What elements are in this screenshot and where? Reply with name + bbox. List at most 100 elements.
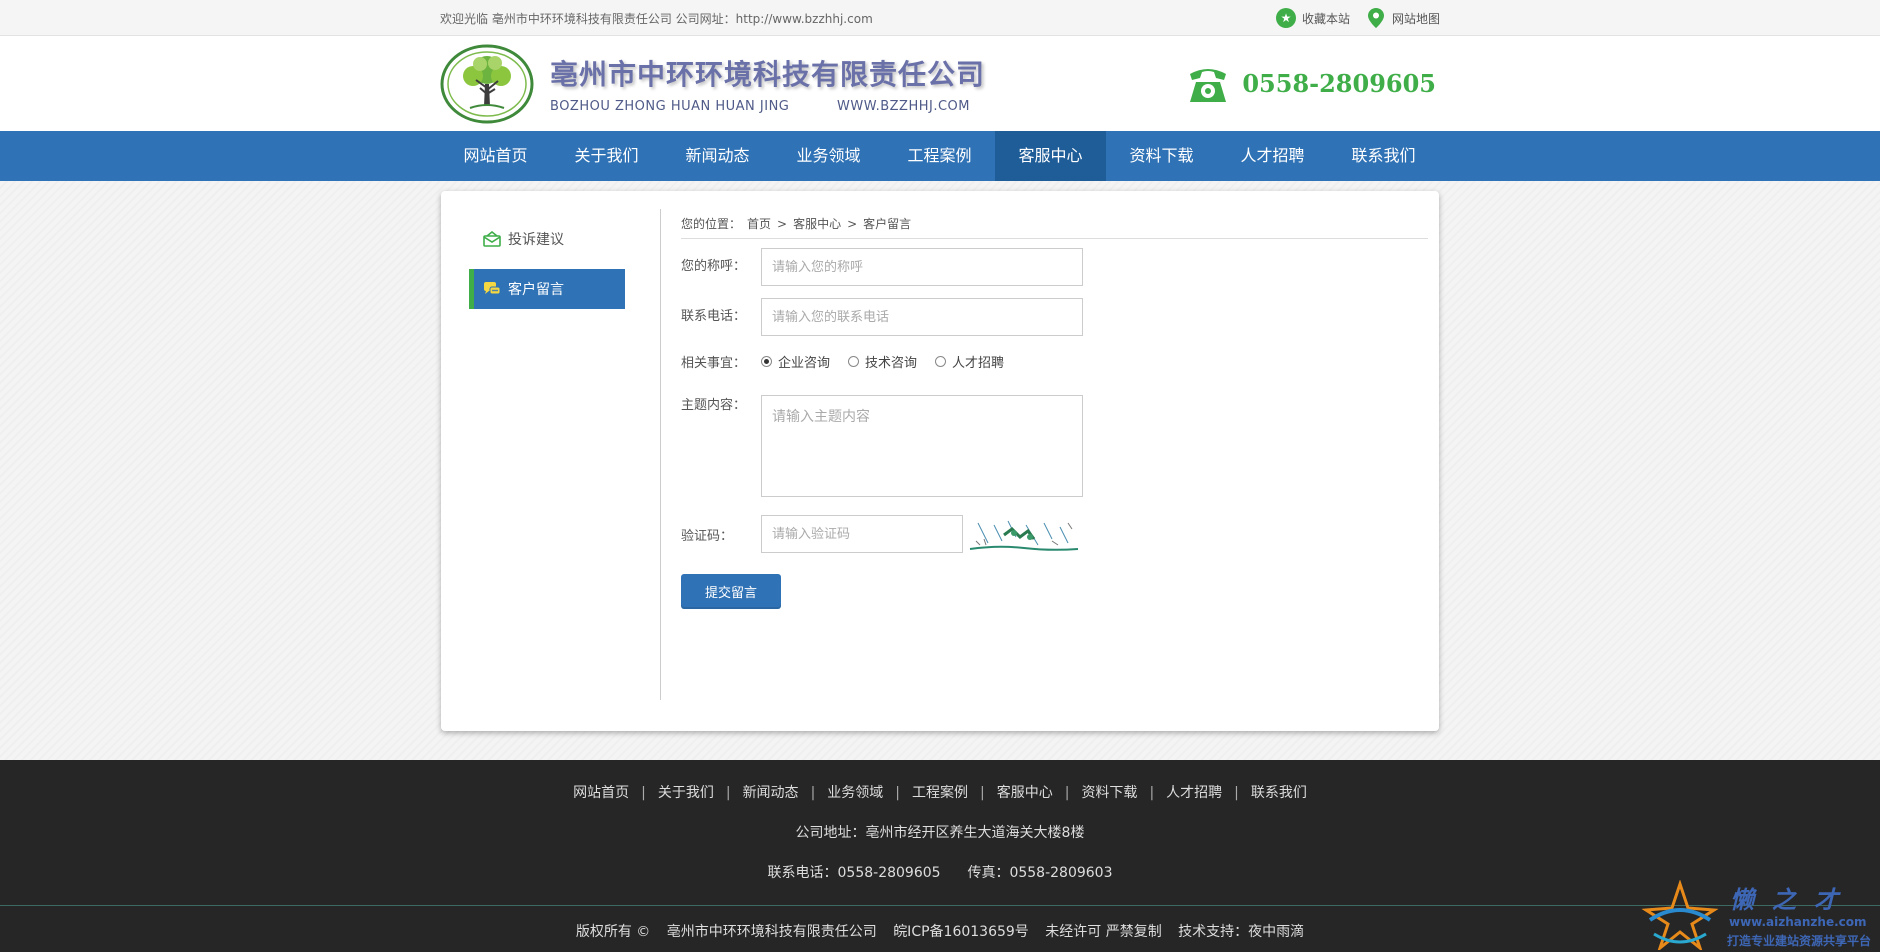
- sidebar: 投诉建议 客户留言: [469, 219, 625, 309]
- mail-icon: [483, 230, 501, 248]
- footer-link-separator: |: [641, 785, 646, 801]
- submit-button[interactable]: 提交留言: [681, 574, 781, 609]
- footer-link-business[interactable]: 业务领域: [827, 785, 883, 801]
- captcha-label: 验证码：: [681, 528, 734, 544]
- breadcrumb-home[interactable]: 首页: [747, 211, 771, 238]
- footer-phone: 联系电话：0558-2809605: [767, 865, 941, 881]
- company-domain: WWW.BZZHHJ.COM: [837, 99, 970, 114]
- radio-button[interactable]: [848, 356, 860, 367]
- nav-item-jobs[interactable]: 人才招聘: [1217, 131, 1328, 181]
- copyright: 版权所有 © 亳州市中环环境科技有限责任公司 皖ICP备16013659号 未经…: [0, 921, 1880, 941]
- main-nav: 网站首页 关于我们 新闻动态 业务领域 工程案例 客服中心 资料下载 人才招聘 联系我们: [0, 131, 1880, 181]
- nav-item-cases[interactable]: 工程案例: [884, 131, 995, 181]
- brand[interactable]: 亳州市中环环境科技有限责任公司 BOZHOU ZHONG HUAN HUAN J…: [440, 44, 985, 124]
- site-footer: 网站首页 | 关于我们 | 新闻动态 | 业务领域 | 工程案例 | 客服中心 | 资料下载 | 人才招聘 |…: [0, 760, 1880, 952]
- footer-link-separator: |: [810, 785, 816, 801]
- site-header: 亳州市中环环境科技有限责任公司 BOZHOU ZHONG HUAN HUAN J…: [0, 36, 1880, 131]
- footer-link-service[interactable]: 客服中心: [997, 785, 1053, 801]
- copyright-company: 亳州市中环环境科技有限责任公司: [666, 924, 877, 940]
- star-icon: ★: [1275, 8, 1296, 28]
- sidebar-item-message[interactable]: 客户留言: [469, 269, 625, 309]
- watermark-url: www.aizhanzhe.com: [1729, 915, 1867, 929]
- welcome-text: 欢迎光临 亳州市中环环境科技有限责任公司 公司网址：http://www.bzz…: [440, 11, 873, 26]
- watermark-tagline: 打造专业建站资源共享平台: [1727, 934, 1872, 948]
- top-bar: 欢迎光临 亳州市中环环境科技有限责任公司 公司网址：http://www.bzz…: [0, 0, 1880, 36]
- footer-link-separator: |: [1149, 785, 1155, 801]
- radio-label: 企业咨询: [778, 356, 831, 371]
- copyright-label: 版权所有 ©: [575, 924, 651, 940]
- nav-item-contact[interactable]: 联系我们: [1328, 131, 1439, 181]
- favorite-label: 收藏本站: [1301, 11, 1350, 26]
- breadcrumb-current: 客户留言: [863, 217, 912, 231]
- nav-item-download[interactable]: 资料下载: [1106, 131, 1217, 181]
- nav-item-home[interactable]: 网站首页: [440, 131, 551, 181]
- topic-radio-recruitment[interactable]: 人才招聘: [935, 352, 1004, 371]
- sidebar-item-label: 投诉建议: [508, 232, 564, 248]
- topic-radio-group: 企业咨询 技术咨询 人才招聘: [761, 352, 1004, 371]
- footer-address: 公司地址：亳州市经开区养生大道海关大楼8楼: [795, 825, 1085, 841]
- radio-button[interactable]: [761, 356, 772, 367]
- nav-item-business[interactable]: 业务领域: [773, 131, 884, 181]
- company-name: 亳州市中环环境科技有限责任公司: [550, 58, 986, 91]
- sidebar-item-complaint[interactable]: 投诉建议: [469, 219, 625, 259]
- phone-input[interactable]: [761, 298, 1083, 336]
- content-label: 主题内容：: [681, 398, 747, 413]
- hotline: 0558-2809605: [1184, 62, 1436, 106]
- footer-link-separator: |: [725, 785, 731, 801]
- watermark-title: 懒之才: [1730, 886, 1856, 914]
- footer-fax: 传真：0558-2809603: [967, 865, 1113, 881]
- footer-divider: [0, 905, 1880, 906]
- sidebar-item-label: 客户留言: [508, 282, 564, 298]
- tech-support: 技术支持：夜中雨滴: [1178, 924, 1305, 940]
- radio-button[interactable]: [935, 356, 947, 367]
- tree-logo-icon: [440, 44, 534, 123]
- content-panel: 投诉建议 客户留言 您的位置： 首页 > 客服中心 > 客户留言 您的称呼： 联…: [441, 191, 1439, 731]
- radio-label: 技术咨询: [865, 356, 918, 371]
- telephone-icon: [1190, 68, 1227, 102]
- nav-item-news[interactable]: 新闻动态: [662, 131, 773, 181]
- company-pinyin: BOZHOU ZHONG HUAN HUAN JING: [550, 99, 790, 114]
- nav-item-about[interactable]: 关于我们: [551, 131, 662, 181]
- divider: [660, 209, 661, 700]
- topic-radio-business[interactable]: 企业咨询: [761, 352, 830, 371]
- breadcrumb-service[interactable]: 客服中心: [793, 211, 841, 238]
- footer-link-separator: |: [980, 785, 985, 801]
- breadcrumb-prefix: 您的位置：: [681, 217, 742, 231]
- copyright-notice: 未经许可 严禁复制: [1045, 924, 1162, 940]
- footer-link-separator: |: [1064, 785, 1070, 801]
- footer-link-download[interactable]: 资料下载: [1081, 785, 1137, 801]
- radio-label: 人才招聘: [952, 356, 1005, 371]
- chat-icon: [483, 280, 501, 298]
- captcha-input[interactable]: [761, 515, 963, 553]
- footer-link-about[interactable]: 关于我们: [658, 785, 714, 801]
- footer-link-jobs[interactable]: 人才招聘: [1166, 785, 1222, 801]
- breadcrumb-separator: >: [777, 217, 788, 231]
- nav-item-service[interactable]: 客服中心: [995, 131, 1106, 181]
- footer-link-contact[interactable]: 联系我们: [1251, 785, 1307, 801]
- message-form-area: 您的位置： 首页 > 客服中心 > 客户留言 您的称呼： 联系电话： 相关事宜：…: [681, 211, 1428, 609]
- footer-link-separator: |: [1234, 785, 1239, 801]
- map-pin-icon: [1366, 8, 1386, 28]
- name-input[interactable]: [761, 248, 1083, 286]
- footer-links: 网站首页 | 关于我们 | 新闻动态 | 业务领域 | 工程案例 | 客服中心 | 资料下载 | 人才招聘 |…: [0, 782, 1880, 802]
- footer-link-cases[interactable]: 工程案例: [912, 785, 968, 801]
- topic-label: 相关事宜：: [681, 356, 747, 371]
- hotline-number: 0558-2809605: [1242, 69, 1436, 98]
- breadcrumb: 您的位置： 首页 > 客服中心 > 客户留言: [681, 211, 1428, 239]
- icp-number[interactable]: 皖ICP备16013659号: [893, 924, 1029, 940]
- footer-contact: 联系电话：0558-2809605 传真：0558-2809603: [0, 862, 1880, 882]
- name-label: 您的称呼：: [681, 259, 747, 274]
- sitemap-label: 网站地图: [1391, 11, 1440, 26]
- watermark-logo-icon: [1641, 880, 1719, 950]
- footer-link-home[interactable]: 网站首页: [573, 785, 629, 801]
- topic-radio-technical[interactable]: 技术咨询: [848, 352, 917, 371]
- footer-link-news[interactable]: 新闻动态: [743, 785, 799, 801]
- favorite-link[interactable]: ★ 收藏本站: [1275, 8, 1350, 28]
- footer-link-separator: |: [895, 785, 900, 801]
- sitemap-link[interactable]: 网站地图: [1366, 8, 1440, 28]
- content-textarea[interactable]: [761, 395, 1083, 497]
- phone-label: 联系电话：: [681, 309, 747, 324]
- watermark: 懒之才 www.aizhanzhe.com 打造专业建站资源共享平台: [1640, 880, 1880, 952]
- captcha-image[interactable]: [968, 515, 1080, 553]
- breadcrumb-separator: >: [847, 217, 858, 231]
